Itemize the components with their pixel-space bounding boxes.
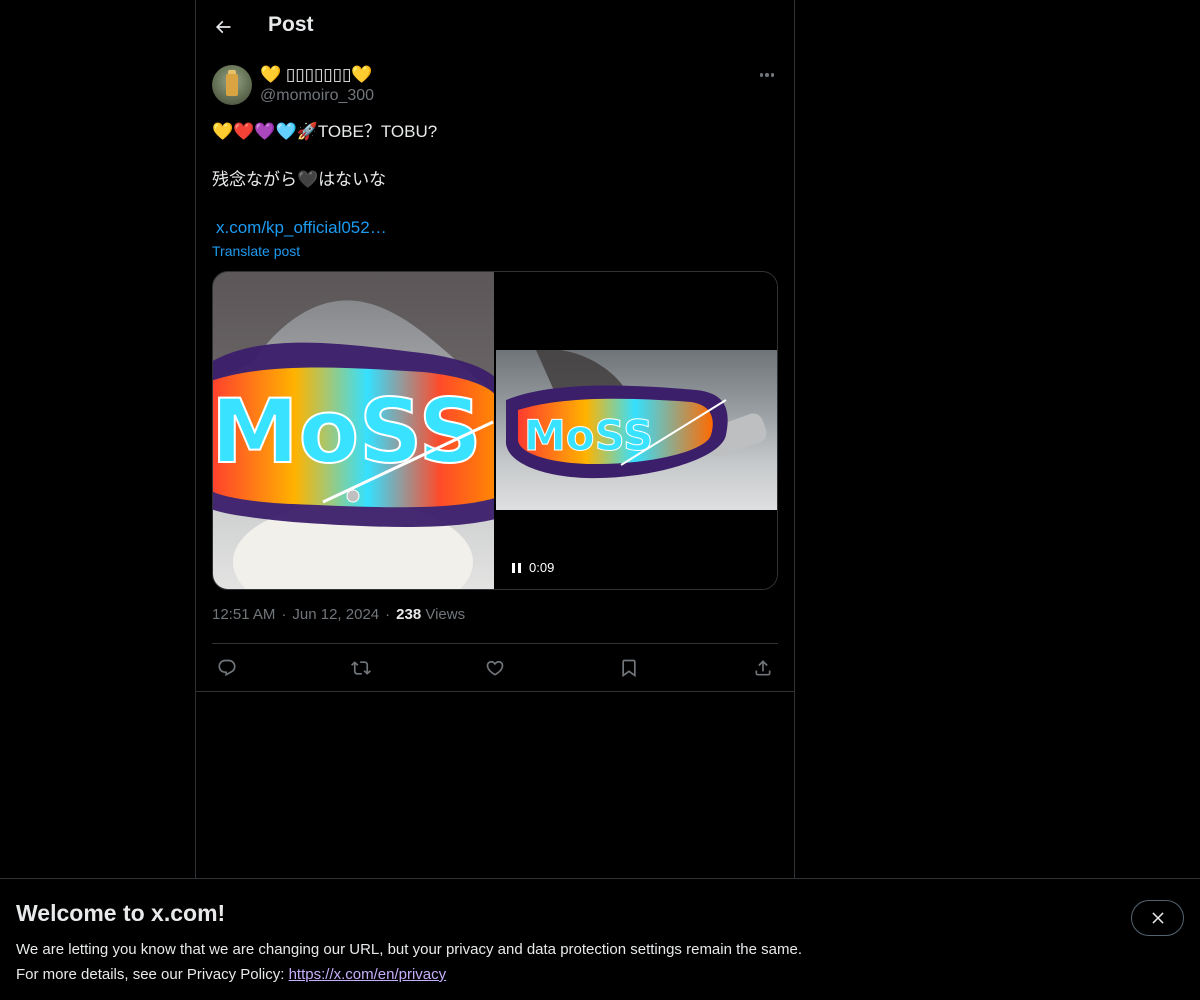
meta-separator: · — [281, 606, 287, 623]
translate-post-link[interactable]: Translate post — [212, 243, 300, 259]
divider — [212, 643, 778, 644]
bookmark-button[interactable] — [614, 652, 644, 684]
bookmark-icon — [622, 659, 636, 678]
author-display-name[interactable]: 💛 ▯▯▯▯▯▯▯💛 — [260, 65, 373, 85]
share-button[interactable] — [748, 652, 778, 684]
close-banner-button[interactable] — [1131, 900, 1184, 936]
post-media[interactable]: MoSS MoSS 0:09 — [212, 271, 778, 590]
more-dot-icon — [770, 73, 775, 77]
media-video[interactable]: MoSS 0:09 — [496, 272, 777, 589]
post-date[interactable]: Jun 12, 2024 — [292, 606, 379, 623]
post-meta: 12:51 AM · Jun 12, 2024 · 238 Views — [212, 606, 465, 623]
divider — [196, 691, 794, 692]
banner-line: For more details, see our Privacy Policy… — [16, 966, 289, 983]
post-time[interactable]: 12:51 AM — [212, 606, 275, 623]
post-actions — [212, 652, 778, 684]
author-handle[interactable]: @momoiro_300 — [260, 87, 374, 105]
banner-line: We are letting you know that we are chan… — [16, 941, 802, 958]
video-frame-artwork: MoSS — [505, 350, 767, 479]
media-image[interactable]: MoSS — [213, 272, 494, 589]
pause-button[interactable]: 0:09 — [512, 560, 554, 575]
primary-column: Post 💛 ▯▯▯▯▯▯▯💛 @momoiro_300 💛❤️💜🩵🚀TOBE？… — [195, 0, 795, 1000]
artwork-lettering: MoSS — [524, 411, 653, 460]
retweet-button[interactable] — [346, 652, 376, 684]
back-button[interactable] — [208, 12, 238, 42]
post-author: 💛 ▯▯▯▯▯▯▯💛 @momoiro_300 — [212, 65, 782, 105]
close-icon — [1151, 912, 1164, 924]
post-text: 💛❤️💜🩵🚀TOBE？TOBU? 残念ながら🖤はないな x.com/kp_off… — [212, 120, 782, 240]
more-dot-icon — [765, 73, 769, 77]
post-text-line: 💛❤️💜🩵🚀TOBE？TOBU? — [212, 122, 438, 141]
meta-separator: · — [385, 606, 391, 623]
banner-title: Welcome to x.com! — [16, 900, 226, 926]
like-button[interactable] — [480, 652, 510, 684]
welcome-banner: Welcome to x.com! We are letting you kno… — [0, 878, 1200, 1000]
more-dot-icon — [759, 73, 764, 77]
banner-text: We are letting you know that we are chan… — [16, 937, 802, 987]
views-label: Views — [425, 606, 466, 623]
avatar-image-body — [226, 74, 238, 96]
retweet-icon — [351, 661, 371, 675]
views-count: 238 — [396, 606, 422, 623]
page-header: Post — [196, 0, 794, 54]
arrow-left-icon — [215, 20, 231, 34]
page-title: Post — [268, 13, 314, 36]
artwork-lettering: MoSS — [213, 380, 482, 483]
more-options-button[interactable] — [752, 65, 782, 85]
like-icon — [486, 660, 504, 676]
share-icon — [755, 660, 771, 676]
video-frame[interactable]: MoSS — [496, 350, 777, 510]
avatar[interactable] — [212, 65, 252, 105]
privacy-policy-link[interactable]: https://x.com/en/privacy — [289, 966, 447, 983]
pause-icon — [512, 562, 521, 573]
post-text-line: 残念ながら🖤はないな — [212, 170, 387, 189]
media-image-artwork: MoSS — [213, 272, 494, 589]
video-duration: 0:09 — [529, 560, 555, 575]
reply-button[interactable] — [212, 652, 242, 684]
post-link[interactable]: x.com/kp_official052… — [216, 218, 387, 237]
reply-icon — [218, 659, 236, 677]
